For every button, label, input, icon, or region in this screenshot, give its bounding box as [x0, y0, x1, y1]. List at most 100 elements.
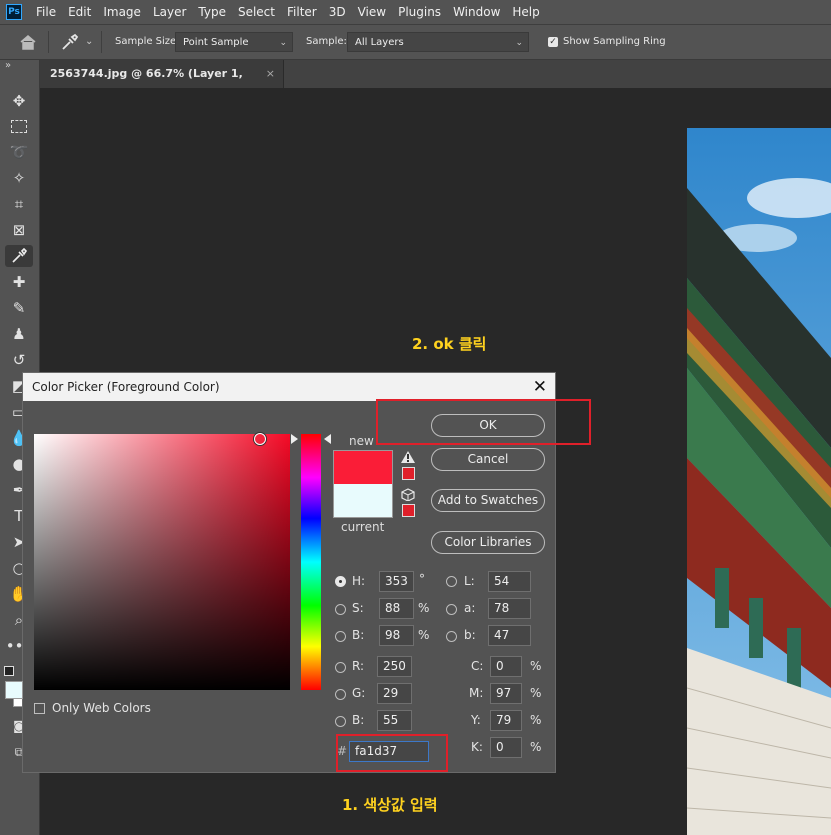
healing-brush-tool-icon[interactable]: ✚	[5, 271, 33, 293]
document-tab[interactable]: 2563744.jpg @ 66.7% (Layer 1, RGB/8) * ×	[40, 60, 284, 108]
yellow-field[interactable]: 79	[490, 710, 522, 731]
only-web-colors-label: Only Web Colors	[52, 701, 151, 715]
add-to-swatches-button[interactable]: Add to Swatches	[431, 489, 545, 512]
chevron-down-icon: ⌄	[279, 38, 287, 48]
clone-stamp-tool-icon[interactable]: ♟	[5, 323, 33, 345]
h-label: H:	[352, 574, 366, 588]
options-divider	[48, 31, 49, 53]
home-icon[interactable]	[19, 34, 37, 50]
dialog-title: Color Picker (Foreground Color)	[32, 380, 220, 394]
web-safe-cube-icon[interactable]	[401, 488, 415, 501]
menu-edit[interactable]: Edit	[62, 0, 97, 24]
lab-b-field[interactable]: 47	[488, 625, 531, 646]
gamut-color-swatch[interactable]	[402, 467, 415, 480]
hue-field[interactable]: 353	[379, 571, 414, 592]
lab-a-field[interactable]: 78	[488, 598, 531, 619]
menu-file[interactable]: File	[30, 0, 62, 24]
brightness-radio[interactable]	[335, 631, 346, 642]
percent-unit: %	[418, 601, 430, 615]
close-dialog-icon[interactable]: ✕	[533, 373, 547, 401]
foreground-color-swatch[interactable]	[5, 681, 23, 699]
lasso-tool-icon[interactable]: ➰	[5, 141, 33, 163]
color-libraries-button[interactable]: Color Libraries	[431, 531, 545, 554]
cancel-button[interactable]: Cancel	[431, 448, 545, 471]
hex-highlight-box	[336, 734, 448, 772]
new-color-label: new	[349, 434, 374, 448]
brightness-field[interactable]: 98	[379, 625, 414, 646]
l-label: L:	[464, 574, 475, 588]
lab-l-radio[interactable]	[446, 576, 457, 587]
move-tool-icon[interactable]: ✥	[5, 90, 33, 112]
cyan-field[interactable]: 0	[490, 656, 522, 677]
c-label: C:	[471, 659, 484, 673]
lab-b-label: b:	[464, 628, 476, 642]
default-colors-icon[interactable]	[4, 666, 14, 676]
chevron-down-icon[interactable]: ⌄	[85, 36, 93, 47]
color-preview	[333, 450, 393, 518]
tab-strip	[284, 60, 831, 88]
menu-filter[interactable]: Filter	[281, 0, 323, 24]
menu-plugins[interactable]: Plugins	[392, 0, 447, 24]
menu-view[interactable]: View	[352, 0, 392, 24]
show-sampling-ring-label: Show Sampling Ring	[563, 36, 666, 47]
menu-type[interactable]: Type	[192, 0, 232, 24]
blue-field[interactable]: 55	[377, 710, 412, 731]
sample-value: All Layers	[355, 37, 404, 48]
green-field[interactable]: 29	[377, 683, 412, 704]
black-field[interactable]: 0	[490, 737, 522, 758]
y-label: Y:	[471, 713, 481, 727]
red-field[interactable]: 250	[377, 656, 412, 677]
green-radio[interactable]	[335, 689, 346, 700]
menu-layer[interactable]: Layer	[147, 0, 192, 24]
history-brush-tool-icon[interactable]: ↺	[5, 349, 33, 371]
lab-b-radio[interactable]	[446, 631, 457, 642]
lab-l-field[interactable]: 54	[488, 571, 531, 592]
s-label: S:	[352, 601, 364, 615]
brush-tool-icon[interactable]: ✎	[5, 297, 33, 319]
out-of-gamut-warning-icon[interactable]	[401, 451, 415, 463]
hue-radio[interactable]	[335, 576, 346, 587]
saturation-field[interactable]: 88	[379, 598, 414, 619]
degree-unit: °	[419, 572, 425, 586]
rgb-b-label: B:	[352, 713, 365, 727]
dialog-title-bar: Color Picker (Foreground Color) ✕	[23, 373, 555, 401]
options-bar: ⌄ Sample Size: Point Sample ⌄ Sample: Al…	[0, 24, 831, 60]
close-tab-icon[interactable]: ×	[266, 60, 275, 88]
red-radio[interactable]	[335, 662, 346, 673]
eyedropper-preset-icon[interactable]	[60, 33, 80, 51]
menu-window[interactable]: Window	[447, 0, 506, 24]
crop-tool-icon[interactable]: ⌗	[5, 193, 33, 215]
eyedropper-tool-icon[interactable]	[5, 245, 33, 267]
percent-unit: %	[530, 713, 542, 727]
marquee-tool-icon[interactable]	[5, 115, 33, 137]
color-field-marker[interactable]	[254, 433, 266, 445]
show-sampling-ring-checkbox[interactable]: ✓	[548, 37, 558, 47]
menu-3d[interactable]: 3D	[323, 0, 352, 24]
hue-slider[interactable]	[301, 434, 321, 690]
magenta-field[interactable]: 97	[490, 683, 522, 704]
sample-size-select[interactable]: Point Sample ⌄	[175, 32, 293, 52]
only-web-colors-checkbox[interactable]	[34, 703, 45, 714]
new-color-swatch	[334, 451, 392, 484]
magic-wand-tool-icon[interactable]: ✧	[5, 167, 33, 189]
saturation-radio[interactable]	[335, 604, 346, 615]
sample-size-value: Point Sample	[183, 37, 249, 48]
menu-help[interactable]: Help	[506, 0, 545, 24]
chevron-down-icon: ⌄	[515, 38, 523, 48]
sample-label: Sample:	[306, 36, 347, 47]
frame-tool-icon[interactable]: ⊠	[5, 219, 33, 241]
current-color-swatch[interactable]	[334, 484, 392, 517]
b-label: B:	[352, 628, 365, 642]
g-label: G:	[352, 686, 366, 700]
web-safe-color-swatch[interactable]	[402, 504, 415, 517]
hue-slider-handle[interactable]	[290, 434, 332, 444]
blue-radio[interactable]	[335, 716, 346, 727]
percent-unit: %	[530, 659, 542, 673]
menu-image[interactable]: Image	[97, 0, 147, 24]
lab-a-radio[interactable]	[446, 604, 457, 615]
menu-select[interactable]: Select	[232, 0, 281, 24]
photoshop-logo-icon: Ps	[6, 4, 22, 20]
collapse-panel-icon[interactable]: »	[5, 60, 11, 71]
sample-select[interactable]: All Layers ⌄	[347, 32, 529, 52]
color-field[interactable]	[34, 434, 290, 690]
